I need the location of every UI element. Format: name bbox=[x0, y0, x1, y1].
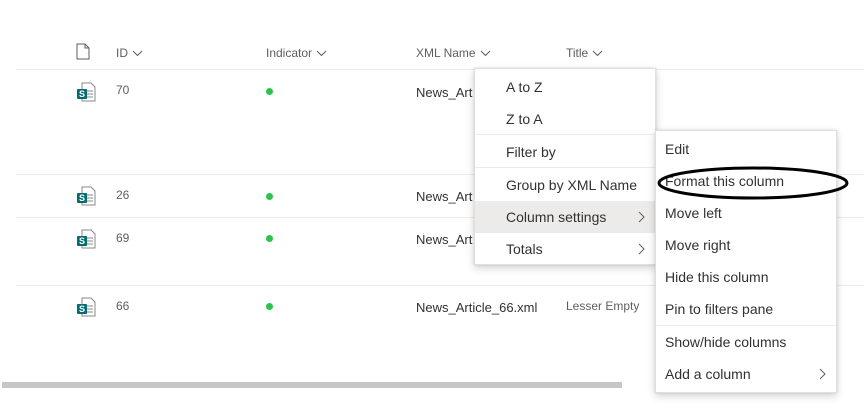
menu-item-totals[interactable]: Totals bbox=[475, 233, 655, 265]
menu-item-label: A to Z bbox=[506, 79, 543, 95]
row-id: 70 bbox=[116, 83, 130, 97]
scrollbar-thumb[interactable] bbox=[2, 382, 622, 388]
menu-item-label: Totals bbox=[506, 241, 543, 257]
sharepoint-file-icon: S bbox=[77, 229, 96, 249]
column-header-title[interactable]: Title bbox=[566, 46, 603, 60]
chevron-down-icon bbox=[316, 50, 327, 56]
chevron-down-icon bbox=[480, 50, 490, 56]
column-header-title-label: Title bbox=[566, 46, 589, 60]
menu-item-add-a-column[interactable]: Add a column bbox=[656, 358, 836, 390]
menu-item-group-by[interactable]: Group by XML Name bbox=[475, 169, 655, 201]
row-id: 69 bbox=[116, 231, 130, 245]
sharepoint-file-icon: S bbox=[77, 82, 96, 102]
column-header-id[interactable]: ID bbox=[116, 46, 143, 60]
menu-divider bbox=[475, 134, 655, 135]
menu-item-sort-a-to-z[interactable]: A to Z bbox=[475, 71, 655, 103]
column-header-xml-name[interactable]: XML Name bbox=[416, 46, 491, 60]
column-header-indicator[interactable]: Indicator bbox=[266, 46, 327, 60]
menu-item-label: Column settings bbox=[506, 209, 607, 225]
menu-item-label: Move right bbox=[665, 237, 731, 253]
chevron-right-icon bbox=[819, 368, 826, 380]
row-xml-name[interactable]: News_Art bbox=[416, 85, 472, 100]
indicator-dot bbox=[266, 235, 273, 242]
file-type-icon[interactable] bbox=[76, 43, 90, 60]
column-context-menu: A to Z Z to A Filter by Group by XML Nam… bbox=[474, 68, 656, 265]
row-xml-name[interactable]: News_Art bbox=[416, 232, 472, 247]
row-id: 66 bbox=[116, 299, 130, 313]
row-xml-name[interactable]: News_Art bbox=[416, 189, 472, 204]
row-title[interactable]: Lesser Empty bbox=[566, 299, 639, 313]
menu-item-show-hide-columns[interactable]: Show/hide columns bbox=[656, 326, 836, 358]
svg-text:S: S bbox=[79, 193, 85, 203]
chevron-right-icon bbox=[638, 211, 645, 223]
menu-item-label: Move left bbox=[665, 205, 722, 221]
menu-item-edit[interactable]: Edit bbox=[656, 133, 836, 165]
menu-item-pin-to-filters-pane[interactable]: Pin to filters pane bbox=[656, 293, 836, 325]
menu-item-column-settings[interactable]: Column settings bbox=[475, 201, 655, 233]
indicator-dot bbox=[266, 193, 273, 200]
svg-text:S: S bbox=[79, 89, 85, 99]
menu-item-move-left[interactable]: Move left bbox=[656, 197, 836, 229]
column-header-id-label: ID bbox=[116, 46, 128, 60]
indicator-dot bbox=[266, 303, 273, 310]
indicator-dot bbox=[266, 88, 273, 95]
menu-item-label: Z to A bbox=[506, 111, 543, 127]
svg-text:S: S bbox=[79, 304, 85, 314]
menu-item-hide-this-column[interactable]: Hide this column bbox=[656, 261, 836, 293]
column-header-xml-name-label: XML Name bbox=[416, 46, 476, 60]
menu-item-label: Edit bbox=[665, 141, 690, 157]
menu-item-label: Group by XML Name bbox=[506, 177, 637, 193]
menu-item-label: Show/hide columns bbox=[665, 334, 787, 350]
menu-item-filter-by[interactable]: Filter by bbox=[475, 136, 655, 168]
menu-item-label: Pin to filters pane bbox=[665, 301, 774, 317]
sharepoint-file-icon: S bbox=[77, 297, 96, 317]
menu-item-label: Hide this column bbox=[665, 269, 769, 285]
chevron-down-icon bbox=[592, 50, 603, 56]
menu-item-label: Format this column bbox=[665, 173, 785, 189]
column-header-indicator-label: Indicator bbox=[266, 46, 313, 60]
chevron-right-icon bbox=[638, 243, 645, 255]
menu-item-move-right[interactable]: Move right bbox=[656, 229, 836, 261]
row-xml-name[interactable]: News_Article_66.xml bbox=[416, 300, 537, 315]
chevron-down-icon bbox=[132, 50, 143, 56]
svg-text:S: S bbox=[79, 236, 85, 246]
menu-item-label: Add a column bbox=[665, 366, 751, 382]
menu-item-format-this-column[interactable]: Format this column bbox=[656, 165, 836, 197]
row-id: 26 bbox=[116, 188, 130, 202]
column-settings-submenu: Edit Format this column Move left Move r… bbox=[655, 130, 837, 393]
sharepoint-file-icon: S bbox=[77, 186, 96, 206]
menu-item-label: Filter by bbox=[506, 144, 556, 160]
menu-divider bbox=[475, 167, 655, 168]
column-header-row: ID Indicator XML Name Title bbox=[16, 36, 864, 70]
menu-item-sort-z-to-a[interactable]: Z to A bbox=[475, 103, 655, 135]
